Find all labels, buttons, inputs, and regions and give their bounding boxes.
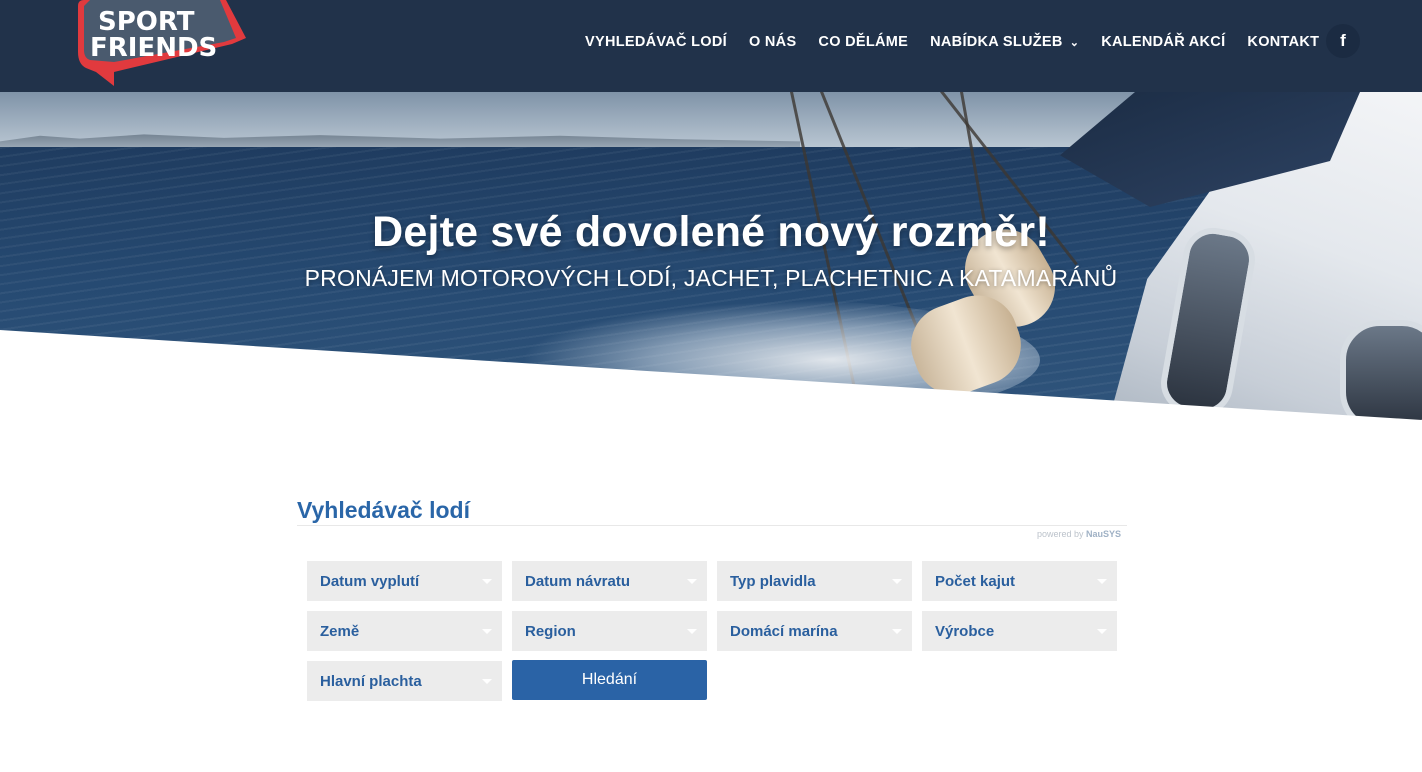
field-typ-plavidla[interactable]: Typ plavidla xyxy=(717,561,912,601)
powered-by-label: powered by NauSYS xyxy=(1037,529,1121,539)
nav-item-label: VYHLEDÁVAČ LODÍ xyxy=(585,34,727,50)
dropdown-arrow-icon xyxy=(482,629,492,634)
dropdown-arrow-icon xyxy=(892,579,902,584)
nav-item-label: KONTAKT xyxy=(1247,34,1320,50)
hero-subtitle: PRONÁJEM MOTOROVÝCH LODÍ, JACHET, PLACHE… xyxy=(304,265,1118,291)
dropdown-arrow-icon xyxy=(482,679,492,684)
nav-item-label: O NÁS xyxy=(749,34,797,50)
field-label: Počet kajut xyxy=(935,572,1016,590)
nav-item-label: KALENDÁŘ AKCÍ xyxy=(1101,34,1226,50)
field-zeme[interactable]: Země xyxy=(307,611,502,651)
facebook-icon[interactable]: f xyxy=(1326,24,1360,58)
chevron-down-icon: ⌄ xyxy=(1069,36,1080,49)
field-domaci-marina[interactable]: Domácí marína xyxy=(717,611,912,651)
dropdown-arrow-icon xyxy=(1097,629,1107,634)
nav-item-co-delame[interactable]: CO DĚLÁME xyxy=(818,34,908,50)
nav-item-label: CO DĚLÁME xyxy=(818,34,909,50)
field-label: Domácí marína xyxy=(730,622,838,640)
nausys-brand: NauSYS xyxy=(1086,529,1122,539)
field-vyrobce[interactable]: Výrobce xyxy=(922,611,1117,651)
field-datum-vypluti[interactable]: Datum vyplutí xyxy=(307,561,502,601)
sport-friends-logo[interactable]: SPORT FRIENDS xyxy=(74,0,246,86)
nav-item-nabidka-sluzeb[interactable]: NABÍDKA SLUŽEB ⌄ xyxy=(930,34,1079,50)
field-label: Datum vyplutí xyxy=(320,572,420,590)
field-label: Země xyxy=(320,622,360,640)
search-title: Vyhledávač lodí xyxy=(297,497,470,523)
dropdown-arrow-icon xyxy=(482,579,492,584)
search-button[interactable]: Hledání xyxy=(512,660,707,700)
field-datum-navratu[interactable]: Datum návratu xyxy=(512,561,707,601)
field-pocet-kajut[interactable]: Počet kajut xyxy=(922,561,1117,601)
boat-window xyxy=(1340,320,1422,424)
field-label: Výrobce xyxy=(935,622,995,640)
dropdown-arrow-icon xyxy=(687,629,697,634)
dropdown-arrow-icon xyxy=(687,579,697,584)
search-divider xyxy=(297,525,1127,526)
dropdown-arrow-icon xyxy=(892,629,902,634)
powered-by-prefix: powered by xyxy=(1037,529,1087,539)
field-label: Datum návratu xyxy=(525,572,631,590)
svg-text:FRIENDS: FRIENDS xyxy=(90,33,217,63)
nav-item-label: NABÍDKA SLUŽEB xyxy=(930,34,1063,50)
field-label: Hlavní plachta xyxy=(320,672,422,690)
field-hlavni-plachta[interactable]: Hlavní plachta xyxy=(307,661,502,701)
main-menu: VYHLEDÁVAČ LODÍ O NÁS CO DĚLÁME NABÍDKA … xyxy=(585,31,1341,53)
facebook-glyph: f xyxy=(1340,31,1346,50)
nav-item-vyhledavac-lodi[interactable]: VYHLEDÁVAČ LODÍ xyxy=(585,34,727,50)
field-label: Typ plavidla xyxy=(730,572,816,590)
hero-title: Dejte své dovolené nový rozměr! xyxy=(372,208,1050,256)
field-region[interactable]: Region xyxy=(512,611,707,651)
nav-item-o-nas[interactable]: O NÁS xyxy=(749,34,796,50)
nav-item-kalendar-akci[interactable]: KALENDÁŘ AKCÍ xyxy=(1101,34,1225,50)
nav-item-kontakt[interactable]: KONTAKT xyxy=(1247,34,1319,50)
field-label: Region xyxy=(525,622,576,640)
dropdown-arrow-icon xyxy=(1097,579,1107,584)
